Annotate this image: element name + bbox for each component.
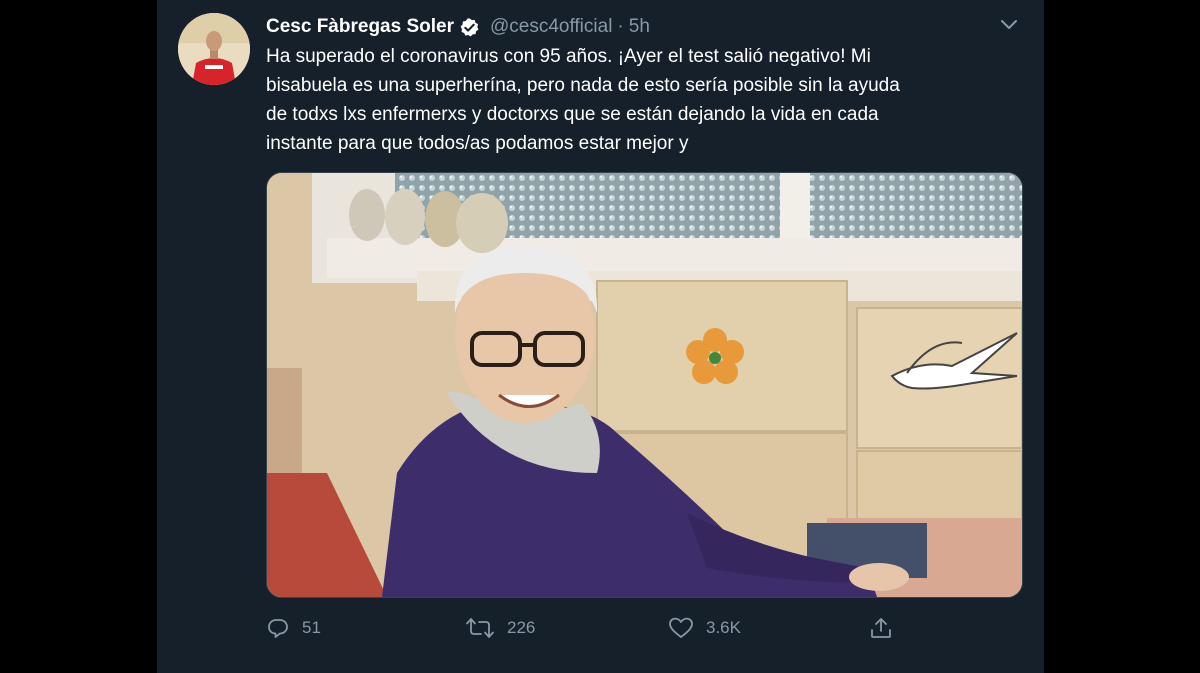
retweet-icon — [466, 618, 494, 638]
share-icon — [871, 618, 891, 638]
tweet-card[interactable]: Cesc Fàbregas Soler @cesc4official · 5h … — [157, 0, 1044, 673]
photo-elderly-woman — [267, 173, 1022, 597]
like-button[interactable]: 3.6K — [668, 610, 741, 646]
tweet-text-line: bisabuela es una superherína, pero nada … — [266, 75, 900, 96]
tweet-photo[interactable] — [266, 172, 1023, 598]
reply-count: 51 — [302, 618, 321, 637]
avatar-image — [178, 13, 250, 85]
reply-button[interactable]: 51 — [266, 610, 321, 646]
tweet-menu-button[interactable] — [996, 14, 1022, 36]
retweet-button[interactable]: 226 — [465, 610, 535, 646]
separator-dot: · — [617, 16, 624, 37]
chevron-down-icon — [1001, 20, 1017, 29]
author-display-name[interactable]: Cesc Fàbregas Soler — [266, 16, 454, 38]
author-handle[interactable]: @cesc4official — [490, 16, 612, 38]
tweet-header: Cesc Fàbregas Soler @cesc4official · 5h — [266, 13, 650, 41]
tweet-text-line: de todxs lxs enfermerxs y doctorxs que s… — [266, 104, 879, 125]
share-button[interactable] — [869, 610, 893, 646]
tweet-text-line: Ha superado el coronavirus con 95 años. … — [266, 46, 871, 67]
tweet-actions: 51 226 3.6K — [266, 610, 1006, 646]
tweet-timestamp[interactable]: 5h — [629, 16, 650, 38]
verified-badge-icon — [459, 17, 480, 38]
retweet-count: 226 — [507, 618, 536, 637]
heart-icon — [669, 617, 693, 638]
avatar[interactable] — [178, 13, 250, 85]
tweet-text-line: instante para que todos/as podamos estar… — [266, 133, 689, 154]
tweet-text: Ha superado el coronavirus con 95 años. … — [266, 42, 1006, 158]
like-count: 3.6K — [706, 618, 741, 637]
reply-icon — [268, 619, 288, 638]
